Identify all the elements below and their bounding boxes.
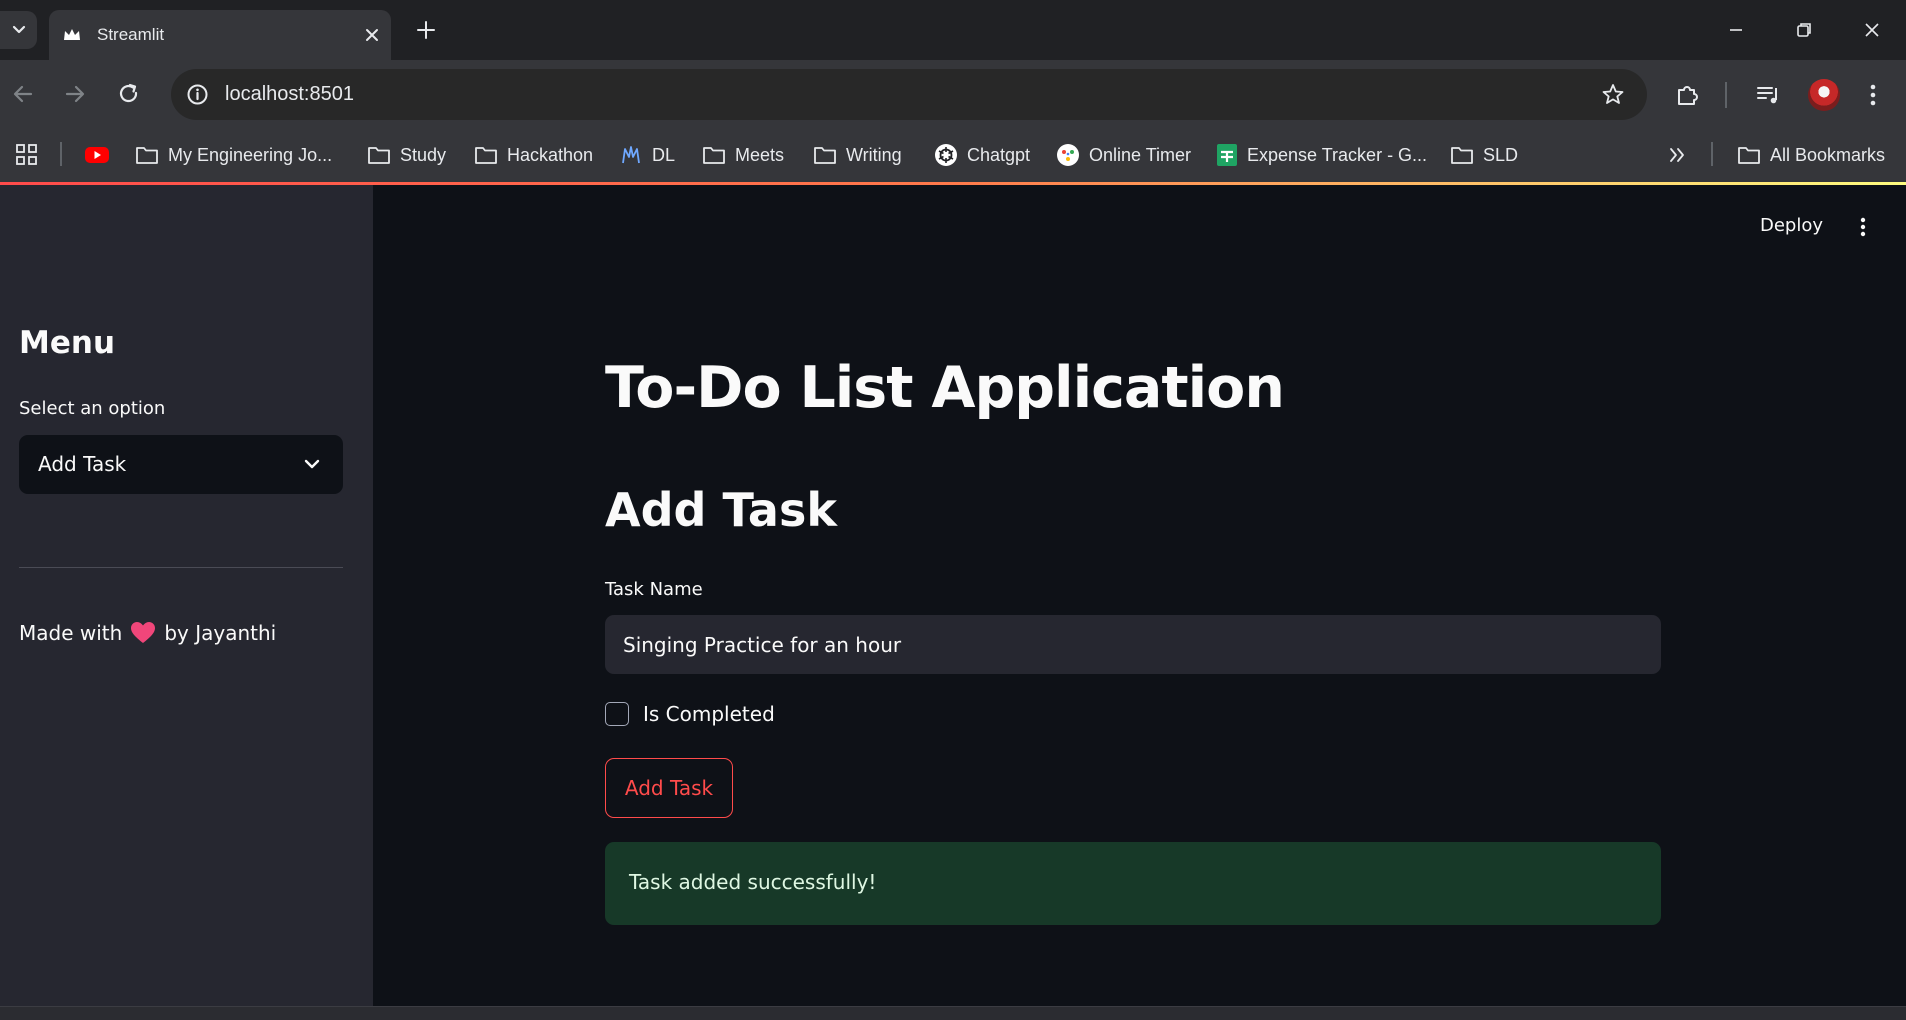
option-select[interactable]: Add Task: [19, 435, 343, 494]
bookmark-chatgpt[interactable]: Chatgpt: [934, 140, 1030, 170]
bookmarks-bar: My Engineering Jo... Study Hackathon DL …: [0, 128, 1906, 182]
toolbar-separator: [1725, 82, 1727, 108]
main-menu-icon[interactable]: [1851, 215, 1875, 239]
extensions-puzzle-icon[interactable]: [1673, 80, 1703, 110]
new-tab-icon[interactable]: [414, 18, 438, 42]
footer-suffix: by Jayanthi: [164, 621, 277, 645]
site-info-icon[interactable]: [184, 81, 211, 108]
streamlit-crown-icon: [64, 29, 80, 40]
media-controls-icon[interactable]: [1754, 80, 1784, 110]
page-title: To-Do List Application: [605, 355, 1285, 421]
dl-icon: [622, 146, 640, 164]
success-message: Task added successfully!: [629, 870, 877, 894]
select-label: Select an option: [19, 398, 166, 419]
double-chevron-right-icon: [1670, 148, 1684, 162]
bookmark-folder[interactable]: Meets: [702, 140, 784, 170]
footer-prefix: Made with: [19, 621, 123, 645]
browser-tab-strip: Streamlit: [0, 0, 1906, 60]
sidebar: Menu Select an option Add Task Made with…: [0, 185, 373, 1010]
bookmark-online-timer[interactable]: Online Timer: [1056, 140, 1191, 170]
browser-tab[interactable]: Streamlit: [49, 10, 391, 60]
browser-toolbar: localhost:8501: [0, 60, 1906, 128]
bookmark-star-icon[interactable]: [1599, 81, 1627, 109]
forward-arrow-icon[interactable]: [62, 81, 88, 107]
folder-icon: [1451, 147, 1473, 164]
success-alert: Task added successfully!: [605, 842, 1661, 925]
folder-icon: [814, 147, 836, 164]
restore-icon: [1797, 23, 1811, 37]
all-bookmarks-button[interactable]: All Bookmarks: [1737, 140, 1885, 170]
bookmarks-separator: [60, 142, 62, 166]
chevron-down-icon: [304, 459, 320, 469]
folder-icon: [703, 147, 725, 164]
back-arrow-icon[interactable]: [10, 81, 36, 107]
profile-avatar[interactable]: [1808, 79, 1840, 111]
folder-icon: [368, 147, 390, 164]
bookmark-folder[interactable]: Study: [367, 140, 446, 170]
window-close-button[interactable]: [1856, 14, 1888, 46]
timer-icon: [1057, 144, 1079, 166]
minimize-icon: [1730, 29, 1742, 31]
reload-icon[interactable]: [116, 81, 142, 107]
window-close-icon: [1865, 23, 1879, 37]
completed-label: Is Completed: [643, 702, 775, 726]
address-bar[interactable]: localhost:8501: [171, 69, 1647, 120]
folder-icon: [136, 147, 158, 164]
taskbar-edge: [0, 1006, 1906, 1020]
section-title: Add Task: [605, 483, 837, 537]
bookmark-folder[interactable]: My Engineering Jo...: [135, 140, 332, 170]
sheets-icon: [1217, 144, 1237, 166]
browser-menu-icon[interactable]: [1858, 80, 1888, 110]
sidebar-divider: [19, 567, 343, 568]
add-task-button[interactable]: Add Task: [605, 758, 733, 818]
task-name-label: Task Name: [605, 579, 703, 600]
bookmark-folder[interactable]: Writing: [813, 140, 902, 170]
minimize-button[interactable]: [1720, 14, 1752, 46]
completed-checkbox[interactable]: [605, 702, 629, 726]
close-icon[interactable]: [361, 24, 383, 46]
more-bookmarks-button[interactable]: [1666, 140, 1688, 170]
url-text: localhost:8501: [225, 83, 354, 105]
bookmark-folder[interactable]: Hackathon: [474, 140, 593, 170]
main-content: Deploy To-Do List Application Add Task T…: [373, 185, 1906, 1010]
sidebar-footer: Made with by Jayanthi: [19, 621, 276, 645]
tab-search-button[interactable]: [0, 11, 37, 49]
folder-icon: [1738, 147, 1760, 164]
chevron-down-icon: [12, 25, 25, 34]
apps-grid-icon: [16, 144, 37, 165]
sidebar-title: Menu: [19, 325, 116, 361]
selected-option: Add Task: [38, 452, 127, 476]
restore-button[interactable]: [1788, 14, 1820, 46]
bookmarks-separator: [1711, 142, 1713, 166]
apps-button[interactable]: [14, 140, 40, 170]
heart-icon: [131, 622, 156, 643]
bookmark-folder[interactable]: SLD: [1450, 140, 1518, 170]
youtube-icon: [85, 147, 109, 163]
bookmark-dl[interactable]: DL: [619, 140, 675, 170]
bookmark-youtube[interactable]: [84, 140, 110, 170]
deploy-button[interactable]: Deploy: [1760, 215, 1823, 236]
bookmark-expense-tracker[interactable]: Expense Tracker - G...: [1216, 140, 1427, 170]
screen: Streamlit localhost:8501 My Engineering …: [0, 0, 1906, 1020]
chatgpt-icon: [935, 144, 957, 166]
task-name-input[interactable]: [605, 615, 1661, 674]
completed-checkbox-row[interactable]: Is Completed: [605, 702, 775, 726]
tab-title: Streamlit: [97, 25, 165, 44]
folder-icon: [475, 147, 497, 164]
